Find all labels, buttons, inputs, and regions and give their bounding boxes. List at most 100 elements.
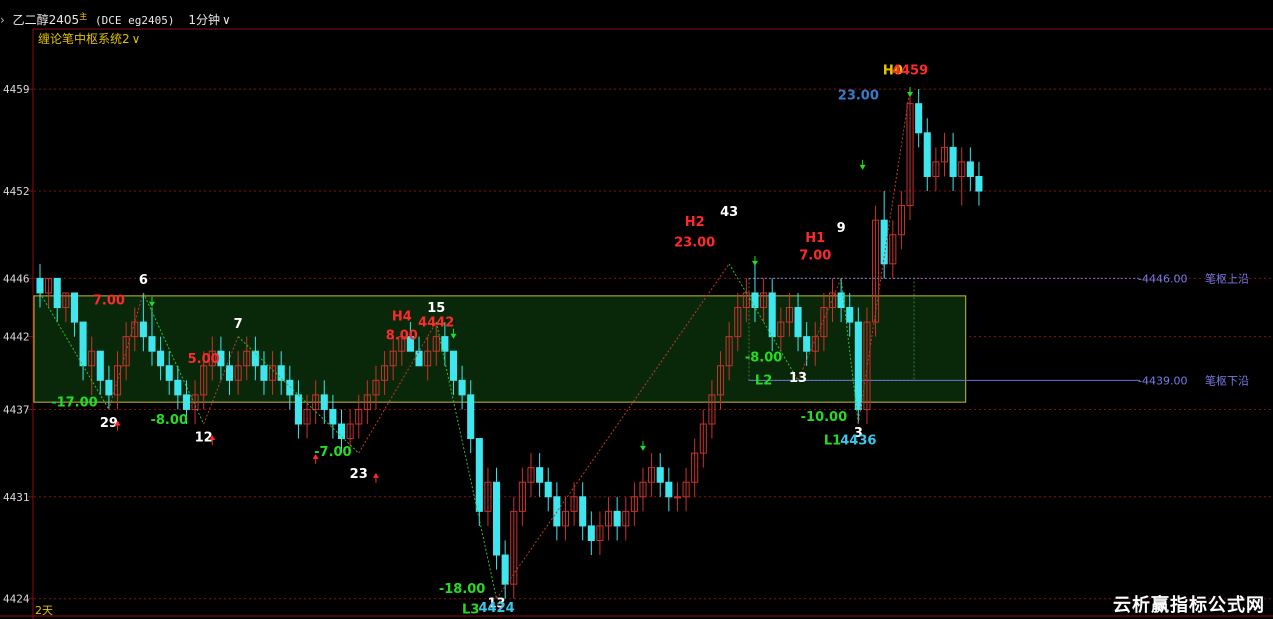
candle-body bbox=[467, 394, 475, 440]
y-tick-label: 4437 bbox=[3, 403, 30, 416]
chart-label: 8.00 bbox=[386, 329, 418, 344]
candle-body bbox=[36, 277, 44, 294]
candle-body bbox=[975, 175, 983, 192]
pivot-zone bbox=[33, 295, 967, 403]
days-label: 2天 bbox=[35, 604, 53, 617]
candle-body bbox=[320, 394, 328, 410]
y-tick-label: 4459 bbox=[3, 83, 30, 96]
chart-label: 23 bbox=[350, 467, 368, 482]
zone-edge-value: -4439.00 bbox=[1138, 374, 1187, 387]
candle-body bbox=[165, 365, 173, 381]
chart-label: 6 bbox=[139, 273, 148, 288]
candle-body bbox=[803, 336, 811, 352]
candle-body bbox=[768, 292, 776, 338]
candle-body bbox=[329, 408, 337, 425]
candle-body bbox=[966, 161, 974, 177]
y-tick-label: 4452 bbox=[3, 185, 30, 198]
period-label: 1分钟 bbox=[188, 13, 220, 27]
candle-body bbox=[157, 350, 165, 367]
candle-body bbox=[337, 423, 346, 440]
chart-label: 7.00 bbox=[799, 248, 831, 263]
chart-label: L2 bbox=[755, 374, 772, 389]
candle-body bbox=[96, 350, 104, 381]
candle-body bbox=[613, 510, 621, 527]
chart-label: 4424 bbox=[478, 601, 514, 616]
chart-label: 29 bbox=[100, 416, 118, 431]
candle-body bbox=[656, 467, 664, 483]
chart-label: H4 bbox=[392, 310, 412, 325]
chart-label: L3 bbox=[462, 602, 479, 617]
exchange-code: (DCE eg2405) bbox=[95, 14, 175, 27]
candle-body bbox=[174, 379, 182, 396]
chart-label: 12 bbox=[195, 430, 213, 445]
chart-label: 4459 bbox=[892, 64, 928, 79]
candle-body bbox=[923, 132, 931, 177]
candlestick-chart: 4459 4452 4446 4442 4437 4431 4424 -4446.00 笔枢上… bbox=[0, 0, 1273, 619]
chevron-down-icon: ∨ bbox=[221, 13, 231, 27]
candle-body bbox=[105, 379, 113, 396]
y-tick-label: 4446 bbox=[3, 272, 30, 285]
candle-body bbox=[854, 321, 862, 410]
y-tick-label: 4442 bbox=[3, 331, 30, 344]
indicator-name: 缠论笔中枢系统2 bbox=[38, 32, 130, 46]
zone-edge-name: 笔枢下沿 bbox=[1205, 373, 1249, 387]
chart-label: 23.00 bbox=[838, 88, 879, 103]
candle-body bbox=[475, 438, 483, 512]
y-tick-label: 4431 bbox=[3, 491, 30, 504]
candle-body bbox=[449, 350, 458, 381]
header-bar: › 乙二醇2405主 (DCE eg2405) 1分钟 ∨ bbox=[0, 11, 231, 28]
candle-body bbox=[79, 321, 87, 367]
header-left-mark: › bbox=[0, 13, 5, 27]
chart-label: 7 bbox=[234, 317, 243, 332]
candle-body bbox=[294, 394, 302, 425]
candle-body bbox=[915, 103, 923, 134]
candle-body bbox=[148, 336, 156, 352]
watermark-text: 云析赢指标公式网 bbox=[1113, 595, 1265, 616]
candle-body bbox=[493, 481, 501, 556]
chart-label: 4436 bbox=[840, 433, 876, 448]
chart-label: -7.00 bbox=[314, 445, 351, 460]
chart-label: 15 bbox=[427, 301, 445, 316]
candle-body bbox=[587, 525, 595, 541]
chart-label: 7.00 bbox=[93, 294, 125, 309]
candle-body bbox=[949, 146, 957, 177]
candle-body bbox=[225, 365, 234, 381]
chart-label: -18.00 bbox=[439, 582, 486, 597]
candle-body bbox=[286, 379, 294, 396]
zone-edge-name: 笔枢上沿 bbox=[1205, 271, 1249, 285]
y-tick-label: 4424 bbox=[3, 593, 30, 606]
candle-body bbox=[415, 350, 423, 367]
candle-body bbox=[182, 394, 190, 410]
chart-label: H2 bbox=[685, 215, 705, 230]
candle-body bbox=[536, 467, 544, 483]
candle-body bbox=[846, 307, 854, 323]
candle-body bbox=[277, 365, 285, 381]
chart-label: 9 bbox=[837, 221, 846, 236]
candle-body bbox=[53, 277, 61, 309]
zone-edge-value: -4446.00 bbox=[1138, 272, 1187, 285]
period-selector[interactable]: 1分钟 ∨ bbox=[188, 13, 230, 27]
chart-label: -10.00 bbox=[801, 410, 848, 425]
candle-body bbox=[441, 336, 449, 352]
candle-body bbox=[665, 481, 673, 498]
chart-label: 43 bbox=[720, 205, 738, 220]
chart-label: -8.00 bbox=[150, 413, 187, 428]
chart-label: 4442 bbox=[418, 315, 454, 330]
candle-body bbox=[70, 292, 79, 323]
symbol-name[interactable]: 乙二醇2405 bbox=[13, 13, 80, 27]
candle-body bbox=[751, 292, 759, 309]
chart-label: -17.00 bbox=[51, 396, 98, 411]
chart-label: 23.00 bbox=[674, 235, 715, 250]
chart-label: L1 bbox=[824, 433, 841, 448]
candle-body bbox=[553, 496, 561, 527]
candle-body bbox=[260, 365, 268, 381]
chevron-down-icon: ∨ bbox=[131, 32, 141, 46]
indicator-selector[interactable]: 缠论笔中枢系统2 ∨ bbox=[38, 30, 140, 47]
candle-body bbox=[458, 379, 466, 396]
symbol-flag: 主 bbox=[79, 12, 88, 21]
chart-label: -8.00 bbox=[745, 350, 782, 365]
candle-body bbox=[544, 481, 552, 498]
chart-label: 13 bbox=[789, 371, 807, 386]
candle-body bbox=[794, 307, 802, 338]
candle-body bbox=[579, 496, 587, 527]
